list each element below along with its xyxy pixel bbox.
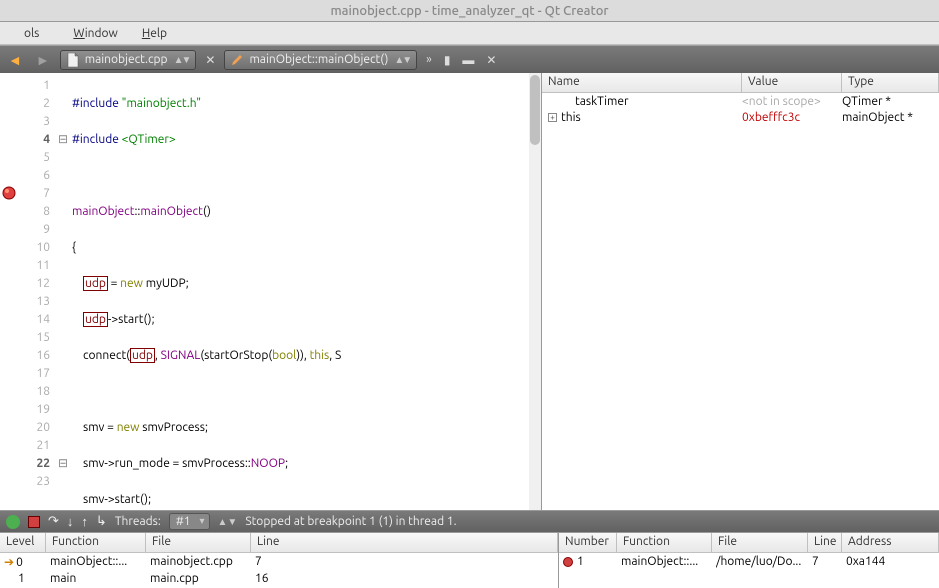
locals-row: +this 0xbefffc3c mainObject * (542, 109, 939, 125)
menu-bar: ols Window Help (0, 22, 939, 45)
line-number-gutter: 123 4 567 8910 111213 141516 171819 2021… (18, 73, 58, 510)
breakpoint-marker[interactable] (2, 186, 16, 200)
threads-label: Threads: (115, 515, 161, 528)
main-area: 123 4 567 8910 111213 141516 171819 2021… (0, 73, 939, 510)
col-name[interactable]: Name (542, 73, 742, 92)
pencil-icon (231, 53, 243, 67)
debug-toolbar: ↷ ↓ ↑ ↳ Threads: #1 ▲▼ Stopped at breakp… (0, 510, 939, 532)
breakpoints-pane[interactable]: Number Function File Line Address 1 main… (559, 533, 939, 588)
tab-file[interactable]: mainobject.cpp ▲▼ (60, 50, 197, 70)
expand-icon[interactable]: » (423, 53, 435, 66)
locals-panel: Name Value Type taskTimer <not in scope>… (541, 73, 939, 510)
stack-row[interactable]: 1 main main.cpp 16 (0, 570, 558, 587)
current-frame-icon: ➔ (4, 556, 14, 569)
step-into-icon[interactable]: ↓ (67, 514, 74, 529)
fold-gutter[interactable]: ⊟ ⊟ (58, 73, 72, 510)
breakpoint-row[interactable]: 1 mainObject::... /home/luo/Do... 7 0xa1… (559, 553, 939, 570)
col-type[interactable]: Type (842, 73, 939, 92)
tab-function-label: mainObject::mainObject() (249, 53, 388, 66)
menu-tools[interactable]: ols (4, 25, 59, 42)
breakpoint-dot-icon (563, 557, 573, 567)
step-over-icon[interactable]: ↷ (48, 514, 59, 529)
stop-icon[interactable] (28, 516, 40, 528)
stack-row[interactable]: ➔0 mainObject::... mainobject.cpp 7 (0, 553, 558, 570)
threads-combo[interactable]: #1 (169, 513, 210, 530)
nav-forward-icon[interactable]: ► (32, 52, 54, 68)
bottom-panes: Level Function File Line ➔0 mainObject::… (0, 532, 939, 588)
step-inst-icon[interactable]: ↳ (96, 514, 107, 529)
continue-icon[interactable] (6, 515, 20, 529)
split-h-icon[interactable]: ▬ (459, 53, 477, 67)
stack-pane[interactable]: Level Function File Line ➔0 mainObject::… (0, 533, 559, 588)
nav-back-icon[interactable]: ◄ (4, 52, 26, 68)
threads-scroll-icon[interactable]: ▲▼ (218, 516, 238, 528)
tab-file-label: mainobject.cpp (85, 53, 168, 66)
tab-function-combo-icon[interactable]: ▲▼ (394, 54, 410, 66)
menu-help[interactable]: Help (132, 25, 177, 42)
file-icon (67, 53, 79, 67)
editor-scrollbar[interactable] (529, 73, 541, 510)
stack-header: Level Function File Line (0, 533, 558, 553)
tab-file-combo-icon[interactable]: ▲▼ (174, 54, 190, 66)
locals-body[interactable]: taskTimer <not in scope> QTimer * +this … (542, 93, 939, 510)
tab-bar: ◄ ► mainobject.cpp ▲▼ ✕ mainObject::main… (0, 45, 939, 73)
locals-row: taskTimer <not in scope> QTimer * (542, 93, 939, 109)
menu-window[interactable]: Window (63, 25, 127, 42)
locals-header: Name Value Type (542, 73, 939, 93)
debug-status: Stopped at breakpoint 1 (1) in thread 1. (245, 515, 933, 528)
close-file-icon[interactable]: ✕ (202, 53, 218, 67)
expand-icon[interactable]: + (548, 113, 557, 122)
code-content[interactable]: #include "mainobject.h" #include <QTimer… (72, 73, 541, 510)
tab-function[interactable]: mainObject::mainObject() ▲▼ (224, 50, 417, 70)
close-split-icon[interactable]: ✕ (483, 53, 499, 67)
window-title: mainobject.cpp - time_analyzer_qt - Qt C… (0, 0, 939, 22)
breakpoints-header: Number Function File Line Address (559, 533, 939, 553)
breakpoint-gutter[interactable] (0, 73, 18, 510)
col-value[interactable]: Value (742, 73, 842, 92)
code-editor[interactable]: 123 4 567 8910 111213 141516 171819 2021… (0, 73, 541, 510)
step-out-icon[interactable]: ↑ (81, 514, 88, 529)
split-v-icon[interactable]: ▮ (441, 53, 454, 67)
